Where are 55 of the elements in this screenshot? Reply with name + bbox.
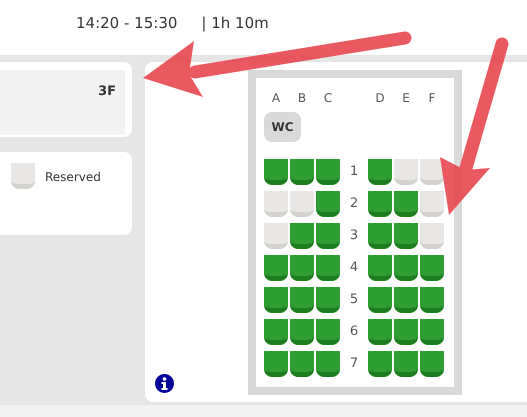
- seat[interactable]: [368, 159, 392, 185]
- row-number: 4: [348, 259, 360, 277]
- seat[interactable]: [290, 223, 314, 249]
- legend-label: Reserved: [45, 169, 101, 186]
- seat[interactable]: [368, 191, 392, 217]
- seat[interactable]: [290, 159, 314, 185]
- seat[interactable]: [264, 287, 288, 313]
- seat[interactable]: [316, 351, 340, 377]
- toilet-label: WC: [264, 112, 301, 142]
- seat[interactable]: [316, 319, 340, 345]
- seat[interactable]: [264, 351, 288, 377]
- column-letter: C: [322, 90, 334, 107]
- seat[interactable]: [264, 255, 288, 281]
- row-number: 7: [348, 355, 360, 373]
- column-letter: F: [428, 90, 436, 107]
- seat[interactable]: [394, 351, 418, 377]
- column-letter: B: [296, 90, 308, 107]
- seat[interactable]: [316, 191, 340, 217]
- seat[interactable]: [394, 223, 418, 249]
- seat[interactable]: [394, 287, 418, 313]
- column-letter: D: [374, 90, 386, 107]
- seat[interactable]: [420, 319, 444, 345]
- seat-swatch-icon: [11, 163, 35, 189]
- seat[interactable]: [368, 287, 392, 313]
- column-letter: E: [401, 90, 411, 107]
- seat[interactable]: [290, 287, 314, 313]
- seat[interactable]: [316, 255, 340, 281]
- row-number: 2: [348, 195, 360, 213]
- seat[interactable]: [316, 159, 340, 185]
- seat[interactable]: [316, 287, 340, 313]
- seat[interactable]: [316, 223, 340, 249]
- seat[interactable]: [264, 159, 288, 185]
- seat[interactable]: [420, 287, 444, 313]
- time-range: 14:20 - 15:30: [76, 13, 178, 34]
- seat[interactable]: [368, 255, 392, 281]
- seat[interactable]: [394, 319, 418, 345]
- seat[interactable]: [290, 319, 314, 345]
- row-number: 6: [348, 323, 360, 341]
- seat[interactable]: [264, 319, 288, 345]
- seat[interactable]: [394, 255, 418, 281]
- seat[interactable]: [290, 351, 314, 377]
- seat[interactable]: [420, 351, 444, 377]
- coach-label[interactable]: 3F: [0, 70, 125, 135]
- duration: | 1h 10m: [201, 13, 269, 34]
- row-number: 3: [348, 227, 360, 245]
- column-letter: A: [270, 90, 282, 107]
- seat[interactable]: [394, 191, 418, 217]
- seat[interactable]: [420, 255, 444, 281]
- seat[interactable]: [368, 223, 392, 249]
- seat[interactable]: [368, 351, 392, 377]
- row-number: 1: [348, 163, 360, 181]
- seat[interactable]: [290, 255, 314, 281]
- row-number: 5: [348, 291, 360, 309]
- info-icon[interactable]: [155, 374, 174, 393]
- seat[interactable]: [368, 319, 392, 345]
